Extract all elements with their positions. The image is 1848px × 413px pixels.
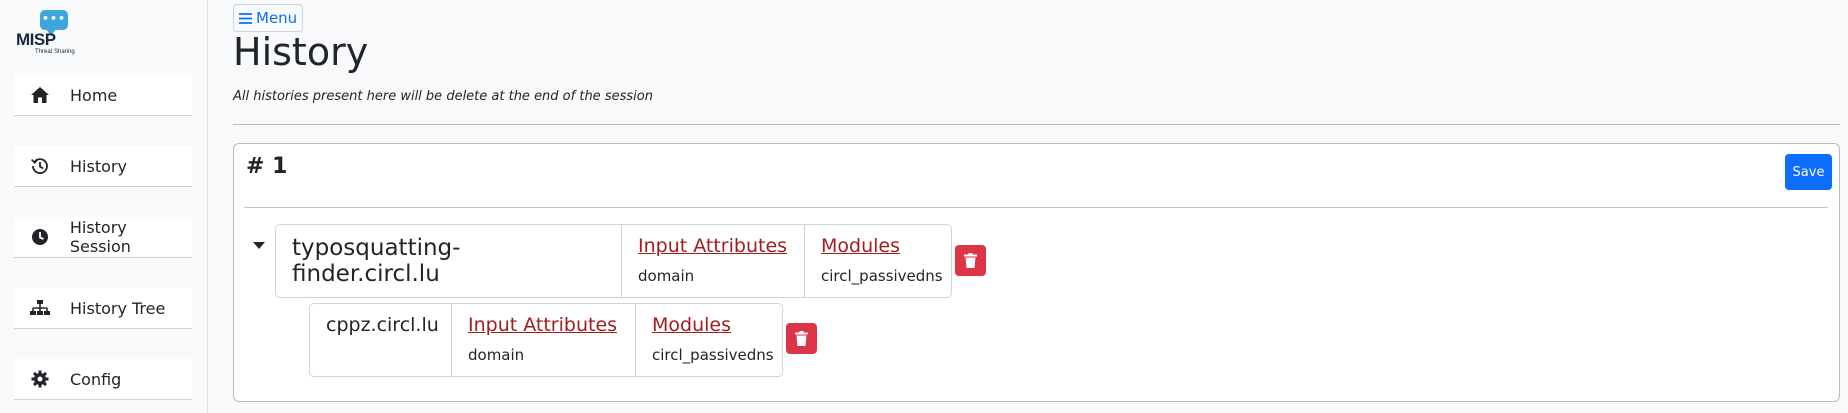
query-name-cell: typosquatting-finder.circl.lu [276,225,622,297]
query-name: cppz.circl.lu [326,314,439,336]
menu-button-label: Menu [256,9,298,27]
home-icon [30,85,50,105]
modules-link[interactable]: Modules [652,314,766,336]
query-node: typosquatting-finder.circl.lu Input Attr… [275,224,952,298]
header-divider [233,124,1840,125]
card-divider [244,207,1828,208]
history-card: # 1 Save typosquatting-finder.circl.lu I… [233,143,1840,402]
save-button[interactable]: Save [1785,154,1832,190]
sidebar-item-history-session[interactable]: History Session [14,217,192,258]
query-name: typosquatting-finder.circl.lu [292,235,461,287]
input-attributes-link[interactable]: Input Attributes [468,314,619,336]
misp-logo[interactable]: ••• MISP Threat Sharing [16,10,76,55]
sidebar: ••• MISP Threat Sharing Home History His… [0,0,208,413]
gear-icon [30,369,50,389]
attributes-cell: Input Attributes domain [452,304,636,376]
sidebar-item-label: History [70,156,127,176]
history-icon [30,156,50,176]
sidebar-item-label: Config [70,369,122,389]
trash-icon [964,253,977,268]
delete-button[interactable] [955,245,986,276]
modules-value: circl_passivedns [652,346,774,364]
page-subtitle: All histories present here will be delet… [233,89,653,104]
card-title: # 1 [246,154,288,179]
sidebar-item-home[interactable]: Home [14,75,192,116]
modules-value: circl_passivedns [821,267,943,285]
sidebar-item-label: History Tree [70,298,166,318]
menu-button[interactable]: Menu [233,4,304,32]
input-attributes-value: domain [468,346,525,364]
sidebar-item-history-tree[interactable]: History Tree [14,288,192,329]
sidebar-item-config[interactable]: Config [14,359,192,400]
sidebar-item-label: Home [70,85,118,105]
hamburger-icon [238,12,253,25]
query-name-cell: cppz.circl.lu [310,304,452,376]
modules-cell: Modules circl_passivedns [805,225,951,297]
attributes-cell: Input Attributes domain [622,225,805,297]
clock-icon [30,227,50,247]
trash-icon [795,331,808,346]
input-attributes-link[interactable]: Input Attributes [638,235,788,257]
modules-link[interactable]: Modules [821,235,935,257]
logo-text: MISP [16,30,56,49]
page-title: History [233,30,369,74]
tree-icon [30,298,50,318]
sidebar-item-history[interactable]: History [14,146,192,187]
chat-bubble-icon: ••• [40,10,68,36]
input-attributes-value: domain [638,267,695,285]
modules-cell: Modules circl_passivedns [636,304,782,376]
logo-subtext: Threat Sharing [35,49,75,55]
delete-button[interactable] [786,323,817,354]
collapse-caret-icon[interactable] [253,242,265,249]
sidebar-item-label: History Session [69,218,131,256]
query-node: cppz.circl.lu Input Attributes domain Mo… [309,303,783,377]
